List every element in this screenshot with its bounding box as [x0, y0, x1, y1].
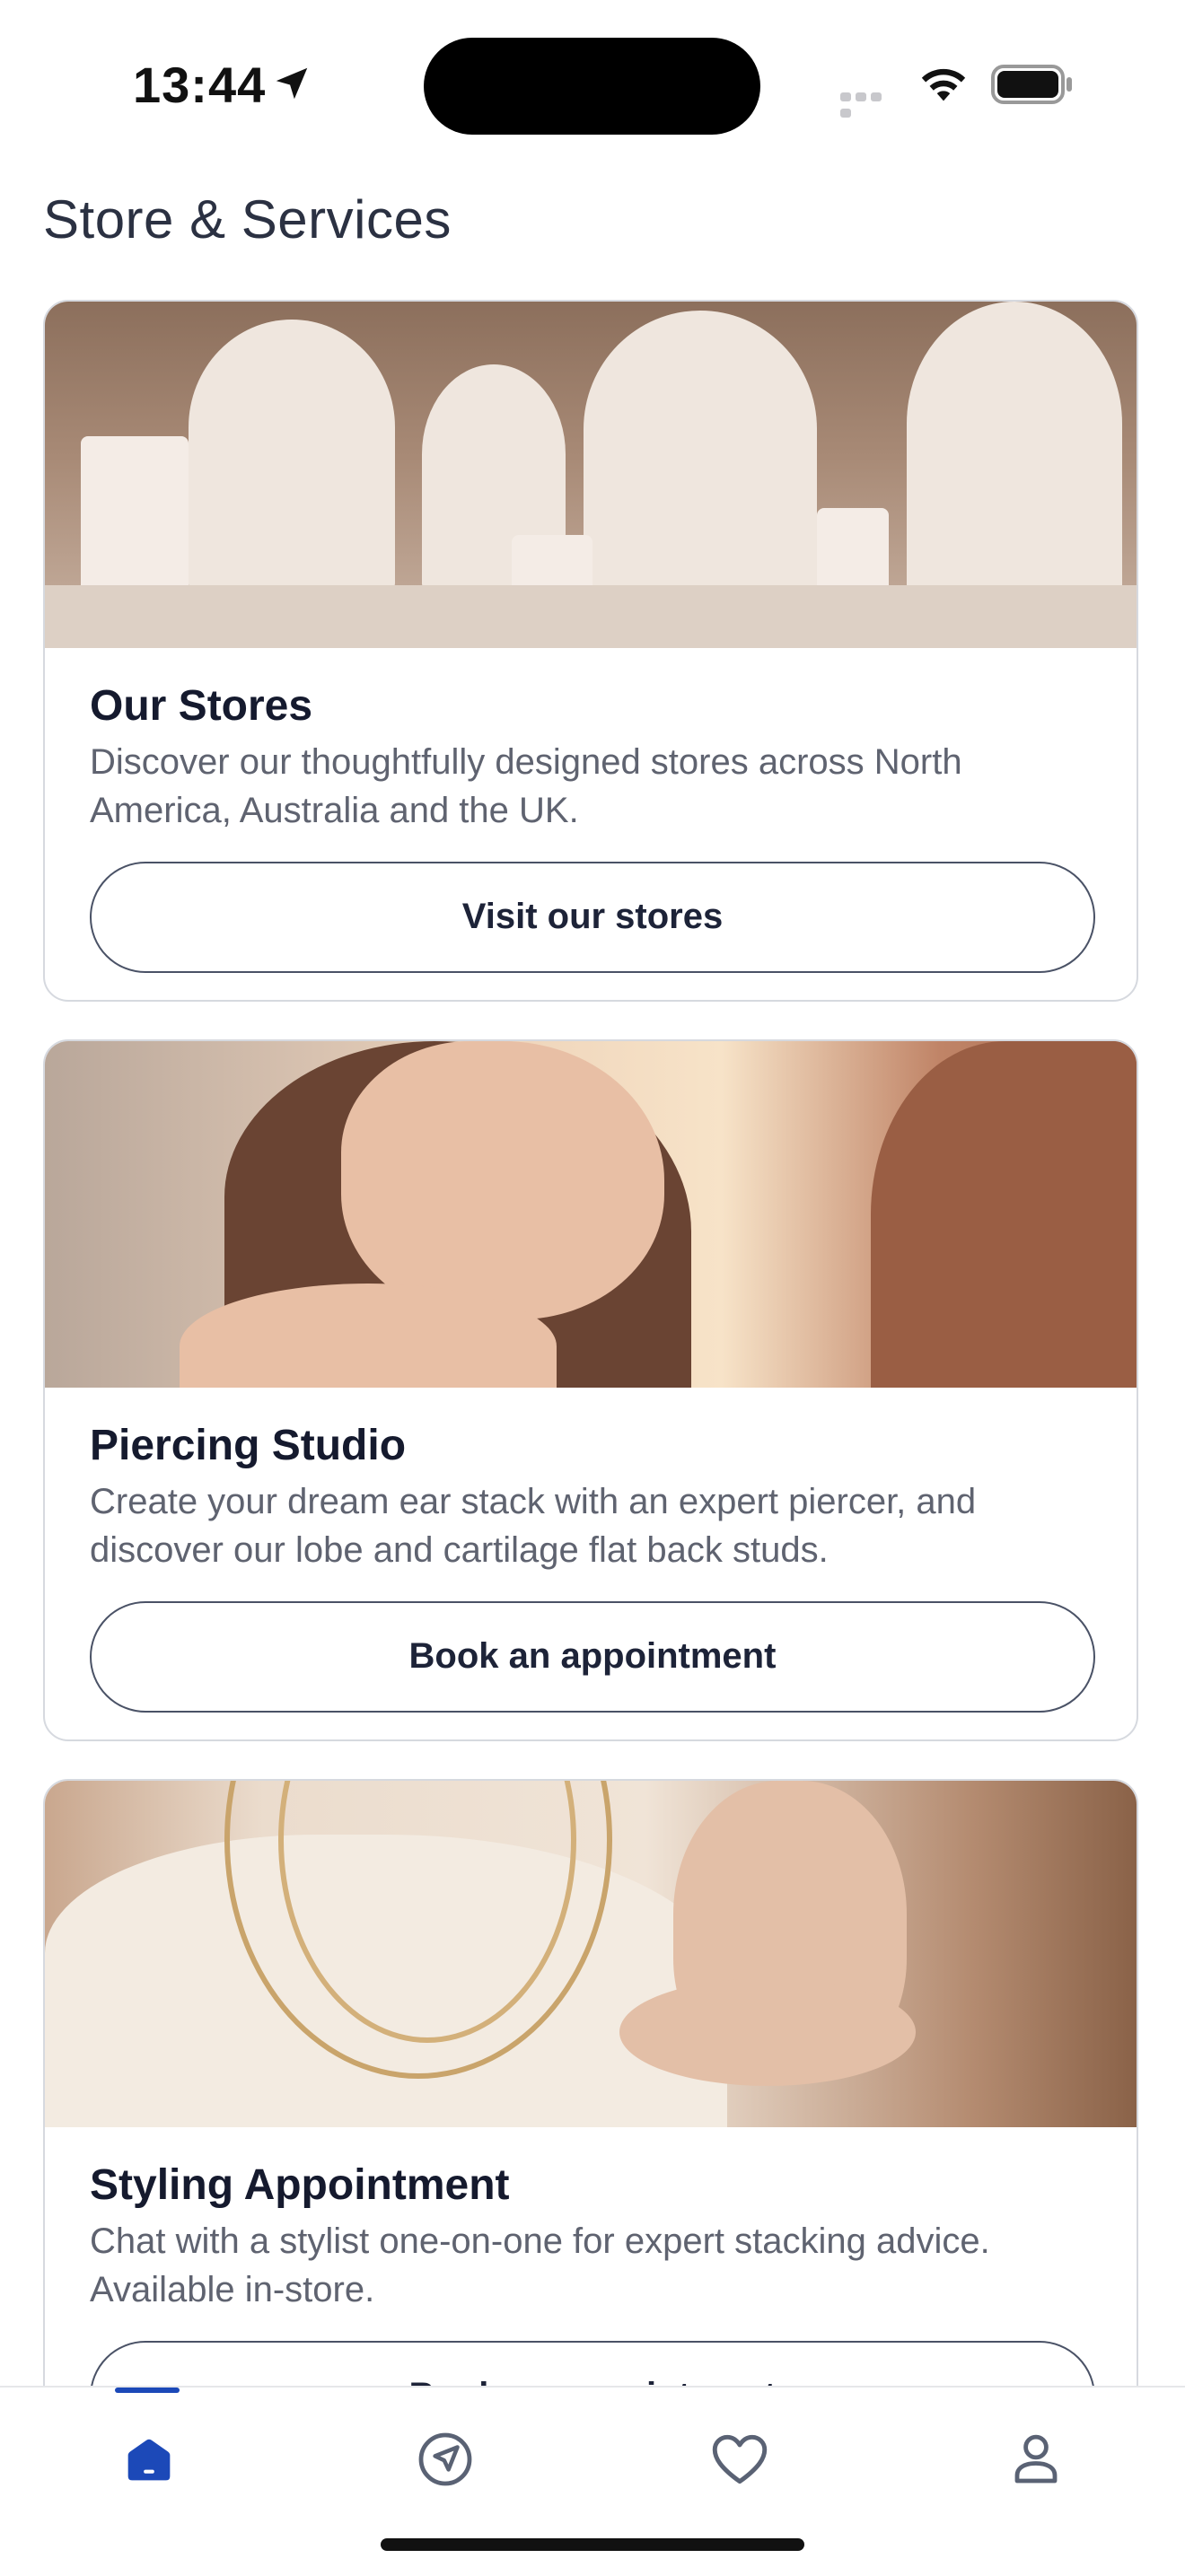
visit-stores-button[interactable]: Visit our stores	[90, 861, 1095, 973]
piercing-image	[45, 1041, 1137, 1388]
card-title: Styling Appointment	[90, 2161, 510, 2209]
page-title: Store & Services	[43, 189, 452, 250]
tab-home[interactable]	[95, 2414, 203, 2504]
stores-image	[45, 302, 1137, 648]
card-title: Our Stores	[90, 682, 313, 730]
compass-icon	[418, 2432, 472, 2486]
home-indicator	[381, 2538, 804, 2551]
card-our-stores: Our Stores Discover our thoughtfully des…	[43, 300, 1138, 1002]
card-description: Create your dream ear stack with an expe…	[90, 1481, 977, 1570]
card-description: Discover our thoughtfully designed store…	[90, 741, 962, 830]
book-piercing-button[interactable]: Book an appointment	[90, 1600, 1095, 1713]
card-title: Piercing Studio	[90, 1422, 407, 1469]
tab-profile[interactable]	[982, 2414, 1090, 2504]
card-piercing-studio: Piercing Studio Create your dream ear st…	[43, 1039, 1138, 1741]
scroll-content[interactable]: Store & Services Our Stores Discover our…	[0, 0, 1185, 2386]
home-icon	[127, 2439, 171, 2481]
styling-image	[45, 1781, 1137, 2127]
tab-wishlist[interactable]	[686, 2414, 794, 2504]
book-styling-button[interactable]: Book an appointment	[90, 2340, 1095, 2386]
active-tab-indicator	[115, 2388, 180, 2393]
card-description: Chat with a stylist one-on-one for exper…	[90, 2221, 990, 2309]
card-styling-appointment: Styling Appointment Chat with a stylist …	[43, 1779, 1138, 2386]
profile-icon	[1014, 2434, 1058, 2484]
tab-explore[interactable]	[391, 2414, 499, 2504]
heart-icon	[712, 2434, 768, 2484]
